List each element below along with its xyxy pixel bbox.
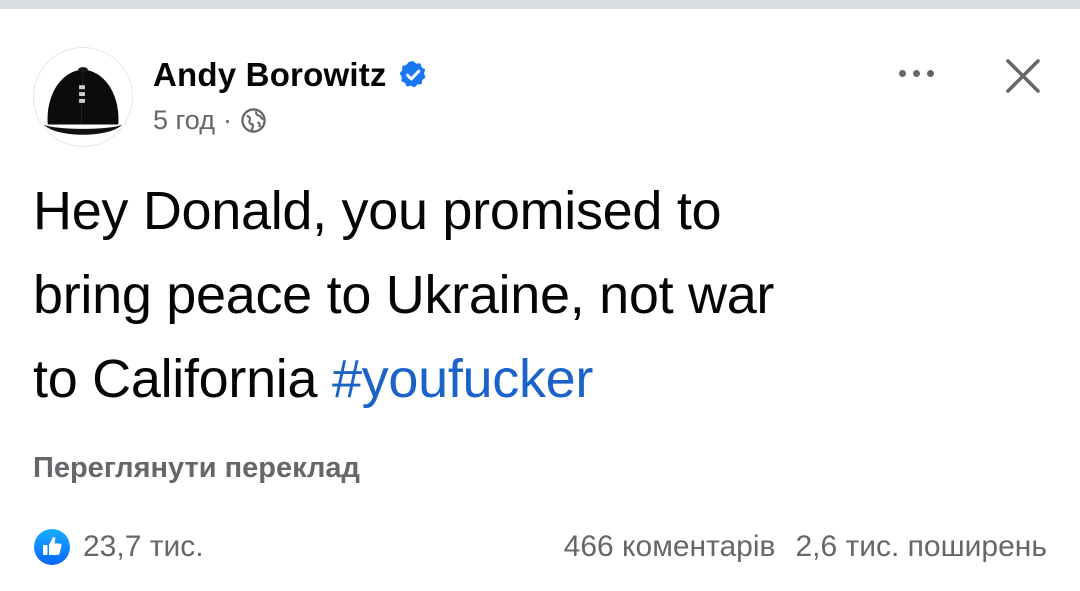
shares-count-link[interactable]: 2,6 тис. поширень bbox=[795, 530, 1047, 564]
post-text-line: Hey Donald, you promised to bbox=[33, 181, 722, 241]
more-dots-icon bbox=[898, 69, 906, 77]
top-divider bbox=[0, 0, 1080, 9]
post-stats: 466 коментарів 2,6 тис. поширень bbox=[564, 527, 1047, 567]
close-icon bbox=[1006, 59, 1040, 93]
post-text-line-last: to California #youfucker bbox=[33, 337, 1053, 421]
post-text-line: bring peace to Ukraine, not war bbox=[33, 265, 775, 325]
see-translation-link[interactable]: Переглянути переклад bbox=[33, 452, 360, 485]
more-options-button[interactable] bbox=[888, 53, 944, 93]
like-icon bbox=[34, 529, 70, 565]
reaction-count: 23,7 тис. bbox=[83, 530, 204, 563]
author-avatar[interactable] bbox=[33, 47, 133, 147]
globe-icon bbox=[241, 107, 266, 133]
post-text-line-content: to California bbox=[33, 349, 318, 409]
post-timestamp[interactable]: 5 год bbox=[153, 105, 215, 136]
meta-separator: · bbox=[222, 104, 232, 135]
post-text: Hey Donald, you promised to bring peace … bbox=[33, 169, 1053, 421]
close-button[interactable] bbox=[994, 47, 1052, 105]
verified-badge-icon bbox=[399, 61, 426, 88]
hashtag-link[interactable]: #youfucker bbox=[332, 349, 593, 409]
black-baseball-cap-avatar-icon bbox=[34, 48, 132, 146]
author-name[interactable]: Andy Borowitz bbox=[153, 56, 387, 94]
post-meta: 5 год · bbox=[153, 103, 267, 137]
more-dot bbox=[912, 69, 920, 77]
comments-count-link[interactable]: 466 коментарів bbox=[564, 530, 776, 564]
post-card: Andy Borowitz 5 год · Hey Donald, you pr… bbox=[0, 9, 1080, 591]
more-dot bbox=[926, 69, 934, 77]
reactions-summary[interactable]: 23,7 тис. bbox=[33, 527, 204, 567]
author-line: Andy Borowitz bbox=[153, 53, 429, 97]
